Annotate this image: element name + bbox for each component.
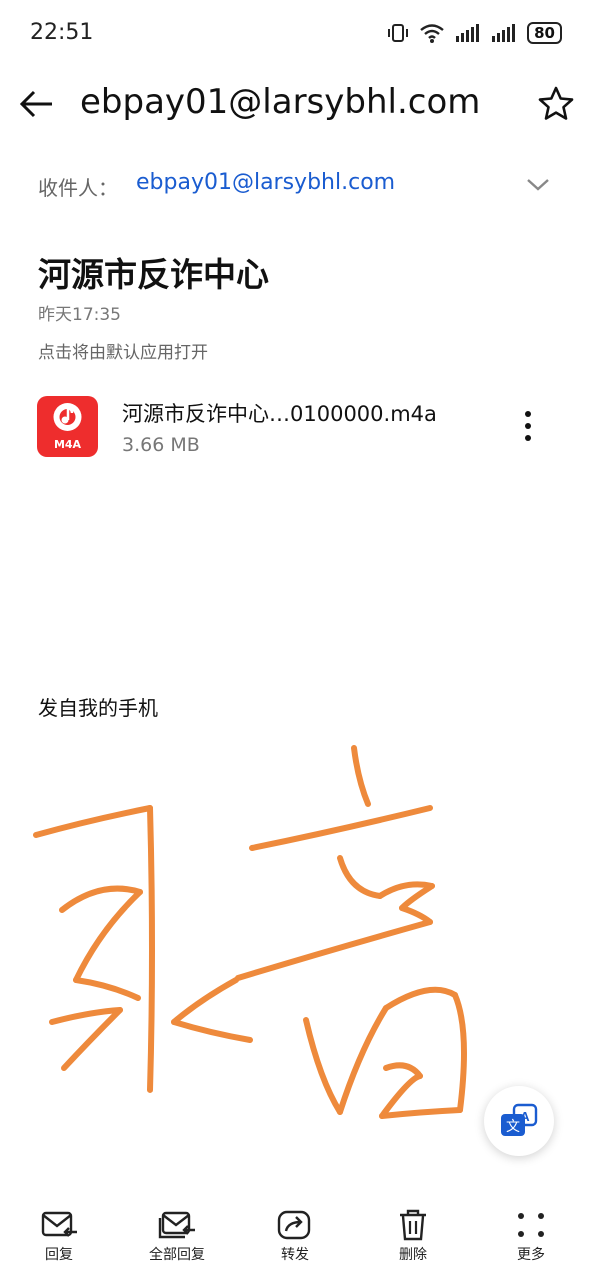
file-type-label: M4A xyxy=(53,438,82,451)
attachment-size: 3.66 MB xyxy=(122,434,200,456)
email-subject: 河源市反诈中心 xyxy=(38,255,269,294)
reply-all-button[interactable]: 全部回复 xyxy=(118,1208,236,1264)
vibrate-icon xyxy=(388,24,409,42)
recipient-label: 收件人： xyxy=(38,176,118,200)
reply-all-label: 全部回复 xyxy=(149,1247,205,1263)
attachment-name: 河源市反诈中心…0100000.m4a xyxy=(122,402,437,426)
signal-icon xyxy=(456,24,480,42)
reply-icon xyxy=(41,1211,77,1237)
translate-icon: A 文 xyxy=(501,1103,538,1136)
recipient-address[interactable]: ebpay01@larsybhl.com xyxy=(136,170,395,195)
status-icons: 80 xyxy=(387,22,562,44)
trash-icon xyxy=(400,1209,426,1241)
more-grid-icon xyxy=(518,1213,544,1237)
reply-label: 回复 xyxy=(45,1247,73,1263)
email-signature: 发自我的手机 xyxy=(38,696,158,720)
reply-button[interactable]: 回复 xyxy=(0,1208,118,1264)
delete-label: 删除 xyxy=(399,1247,427,1263)
music-note-icon xyxy=(53,403,82,431)
svg-text:文: 文 xyxy=(506,1119,520,1135)
star-icon[interactable] xyxy=(536,84,576,124)
reply-all-icon xyxy=(158,1211,195,1239)
back-arrow-icon[interactable] xyxy=(18,84,58,124)
translate-button[interactable]: A 文 xyxy=(484,1086,554,1156)
forward-icon xyxy=(277,1210,311,1240)
forward-button[interactable]: 转发 xyxy=(236,1208,354,1264)
open-hint: 点击将由默认应用打开 xyxy=(38,343,208,363)
forward-label: 转发 xyxy=(281,1247,309,1263)
delete-button[interactable]: 删除 xyxy=(354,1208,472,1264)
bottom-toolbar: 回复 全部回复 转发 删除 更多 xyxy=(0,1196,592,1280)
more-label: 更多 xyxy=(517,1247,545,1263)
header-title: ebpay01@larsybhl.com xyxy=(80,82,481,122)
wifi-icon xyxy=(420,24,444,43)
audio-file-icon: M4A xyxy=(37,396,98,457)
chevron-down-icon[interactable] xyxy=(524,172,552,196)
battery-indicator: 80 xyxy=(527,22,562,44)
more-button[interactable]: 更多 xyxy=(472,1208,590,1264)
status-time: 22:51 xyxy=(30,20,94,45)
attachment-item[interactable]: M4A 河源市反诈中心…0100000.m4a 3.66 MB xyxy=(0,380,592,470)
signal-icon-2 xyxy=(492,24,516,42)
more-vertical-icon[interactable] xyxy=(518,408,538,444)
email-date: 昨天17:35 xyxy=(38,305,121,325)
